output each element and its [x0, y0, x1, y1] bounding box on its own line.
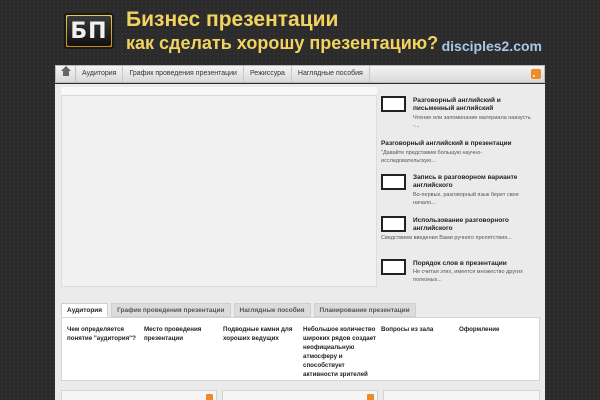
tab-panel: Чем определяется понятие "аудитория"? Ме…	[61, 317, 540, 381]
post-excerpt: Чтение или запоминание материала наизуст…	[413, 115, 531, 129]
site-header: БП Бизнес презентации как сделать хорошу…	[0, 0, 600, 62]
tab-schedule[interactable]: График проведения презентации	[111, 303, 231, 317]
rss-icon[interactable]	[367, 394, 374, 400]
site-title[interactable]: Бизнес презентации	[126, 8, 338, 32]
tab-post-link[interactable]: Чем определяется понятие "аудитория"?	[67, 325, 139, 343]
bottom-widget	[383, 390, 540, 400]
tab-post-link[interactable]: Место проведения презентации	[144, 325, 214, 343]
bottom-widget	[222, 390, 378, 400]
home-icon	[60, 66, 71, 78]
post-title[interactable]: Использование разговорного английского	[413, 217, 537, 233]
rss-icon[interactable]	[206, 394, 213, 400]
post-thumbnail[interactable]	[381, 96, 406, 112]
bottom-widget	[61, 390, 217, 400]
tab-audience[interactable]: Аудитория	[61, 303, 109, 317]
category-tabs: Аудитория График проведения презентации …	[61, 303, 419, 317]
post-excerpt: "Давайте представим большую научно-иссле…	[381, 150, 483, 164]
post-title[interactable]: Разговорный английский и письменный англ…	[413, 97, 537, 113]
nav-item-visual-aids[interactable]: Наглядные пособия	[292, 66, 370, 82]
sidebar-post[interactable]: Разговорный английский и письменный англ…	[378, 96, 540, 132]
sidebar-post[interactable]: Разговорный английский в презентации "Да…	[378, 139, 540, 167]
logo-text: БП	[67, 16, 111, 46]
home-button[interactable]	[56, 66, 76, 82]
post-excerpt: Сведствием введения Вами ручного препятс…	[381, 235, 512, 241]
post-title[interactable]: Разговорный английский в презентации	[381, 140, 536, 148]
main-nav: Аудитория График проведения презентации …	[55, 65, 545, 83]
post-excerpt: Не считая этих, имеется множество других…	[413, 269, 523, 283]
tab-visual-aids[interactable]: Наглядные пособия	[233, 303, 311, 317]
tab-post-link[interactable]: Подводные камни для хороших ведущих	[223, 325, 298, 343]
site-tagline: как сделать хорошу презентацию?	[126, 33, 439, 53]
site-logo[interactable]: БП	[64, 13, 114, 49]
featured-slider[interactable]	[61, 87, 377, 287]
slider-top-bar	[61, 87, 377, 96]
sidebar-post[interactable]: Порядок слов в презентации Не считая эти…	[378, 259, 540, 287]
nav-item-schedule[interactable]: График проведения презентации	[123, 66, 244, 82]
sidebar-post[interactable]: Использование разговорного английского С…	[378, 216, 540, 252]
tab-post-link[interactable]: Вопросы из зала	[381, 325, 451, 334]
nav-item-direction[interactable]: Режиссура	[244, 66, 292, 82]
nav-item-audience[interactable]: Аудитория	[76, 66, 124, 82]
post-excerpt: Во-первых, разговорный язык берет свое н…	[413, 192, 519, 206]
post-thumbnail[interactable]	[381, 259, 406, 275]
sidebar-post[interactable]: Запись в разговорном варианте английског…	[378, 173, 540, 209]
post-title[interactable]: Запись в разговорном варианте английског…	[413, 174, 537, 190]
site-domain: disciples2.com	[441, 38, 542, 54]
tab-planning[interactable]: Планирование презентации	[313, 303, 416, 317]
tab-post-link[interactable]: Оформление	[459, 325, 529, 334]
post-thumbnail[interactable]	[381, 216, 406, 232]
rss-icon[interactable]	[531, 69, 541, 79]
tab-post-link[interactable]: Небольшое количество широких рядов созда…	[303, 325, 378, 379]
post-title[interactable]: Порядок слов в презентации	[413, 260, 537, 268]
post-thumbnail[interactable]	[381, 174, 406, 190]
